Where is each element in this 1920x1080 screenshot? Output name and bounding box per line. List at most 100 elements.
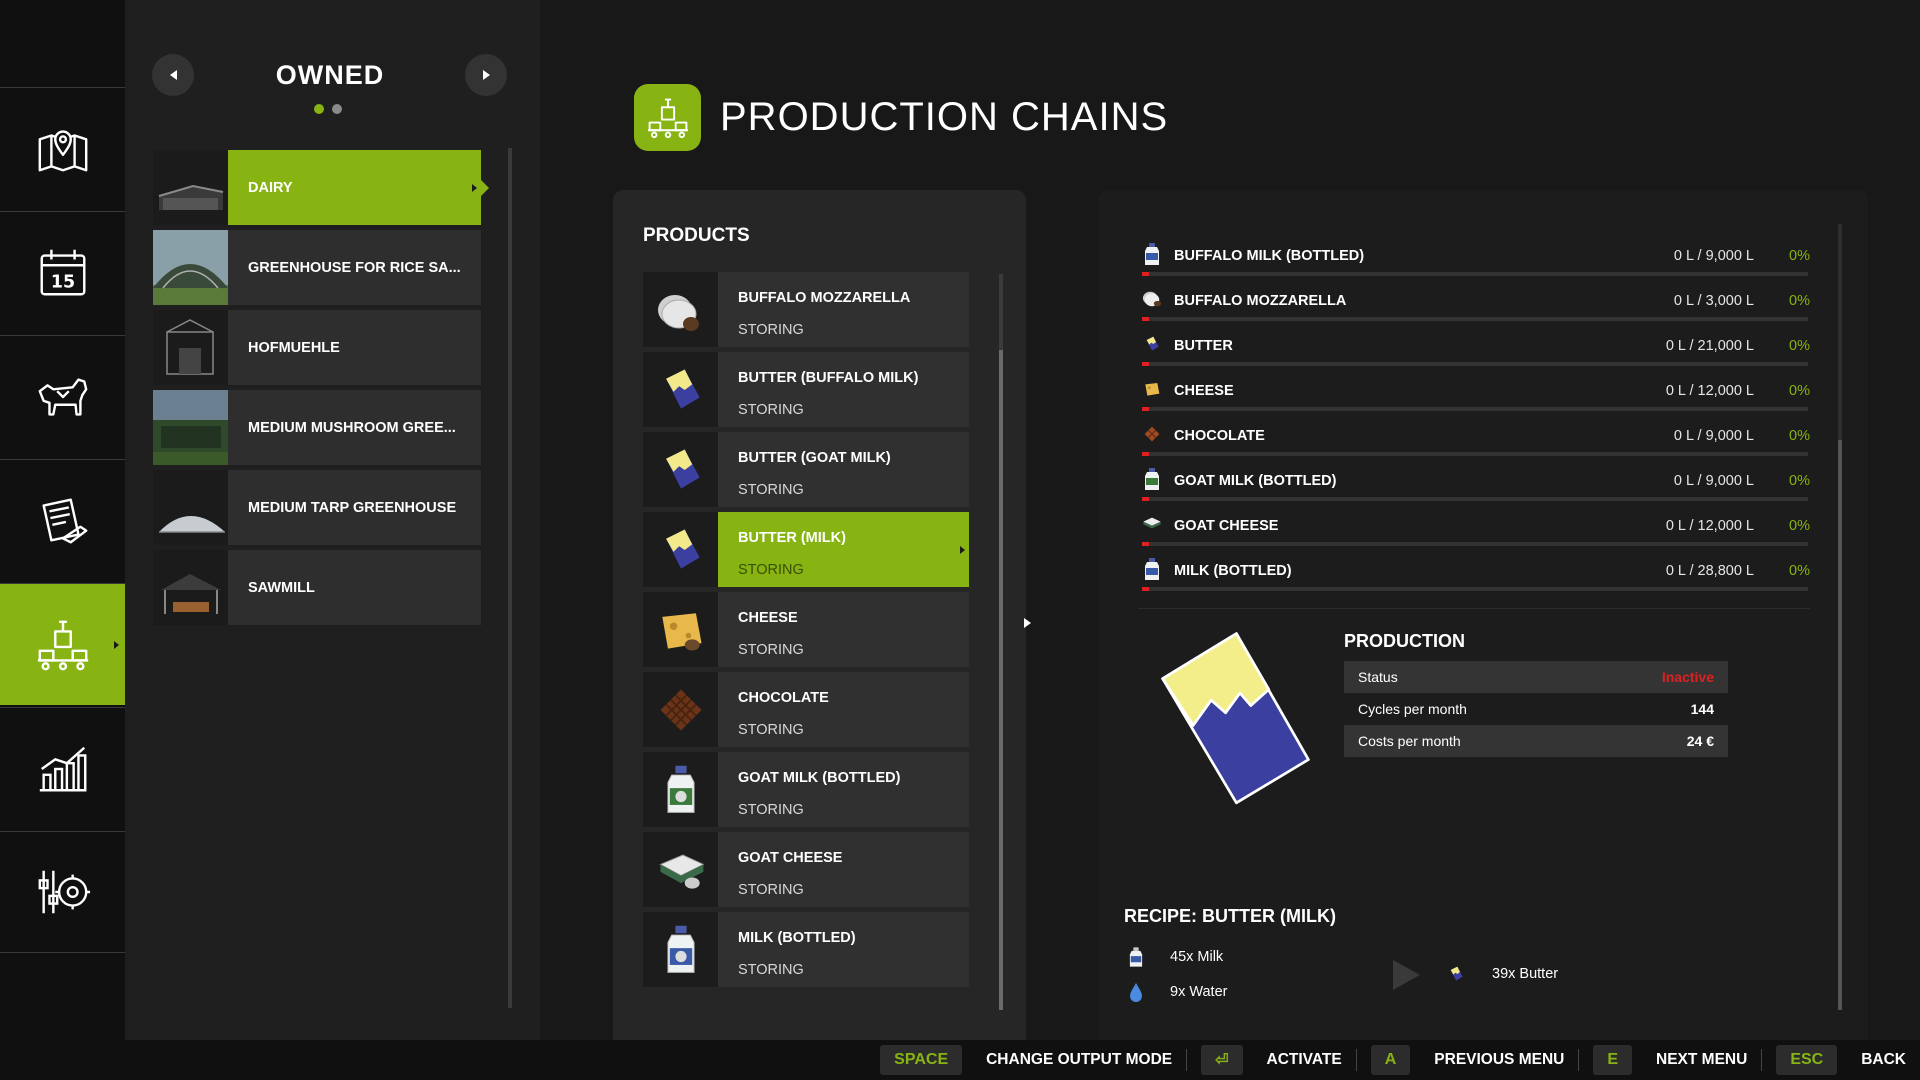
storage-row: MILK (BOTTLED) 0 L / 28,800 L 0%	[1138, 555, 1810, 600]
settings-icon	[38, 870, 90, 914]
product-name: GOAT CHEESE	[738, 850, 843, 866]
hofmuehle-thumbnail	[153, 310, 228, 385]
nav-calendar[interactable]: 15	[0, 211, 125, 333]
row-label: Cycles per month	[1358, 701, 1467, 717]
nav-statistics[interactable]	[0, 707, 125, 829]
storage-name: GOAT CHEESE	[1174, 518, 1279, 534]
hint-back[interactable]: ESC BACK	[1776, 1040, 1906, 1080]
storage-bar-fill	[1142, 452, 1149, 456]
nav-production[interactable]	[0, 583, 133, 705]
owned-item-label: DAIRY	[248, 179, 293, 196]
contracts-icon	[41, 498, 87, 543]
page-dot[interactable]	[332, 104, 342, 114]
key-hints: SPACE CHANGE OUTPUT MODE ⏎ ACTIVATE A PR…	[880, 1040, 1906, 1080]
product-name: BUTTER (BUFFALO MILK)	[738, 370, 919, 386]
storage-percent: 0%	[1789, 473, 1810, 489]
products-scrollbar-thumb[interactable]	[999, 350, 1003, 1010]
product-butter-goat-milk[interactable]: BUTTER (GOAT MILK) STORING	[643, 432, 969, 507]
owned-item-tarp-greenhouse[interactable]: MEDIUM TARP GREENHOUSE	[153, 470, 481, 545]
main-nav-sidebar: 15	[0, 0, 133, 1040]
storage-bar	[1142, 452, 1808, 456]
tarp-greenhouse-thumbnail	[153, 470, 228, 545]
hint-activate[interactable]: ⏎ ACTIVATE	[1201, 1040, 1371, 1080]
owned-scrollbar[interactable]	[508, 148, 512, 1008]
hint-next-menu[interactable]: E NEXT MENU	[1593, 1040, 1776, 1080]
nav-contracts[interactable]	[0, 459, 125, 581]
owned-item-greenhouse-rice[interactable]: GREENHOUSE FOR RICE SA...	[153, 230, 481, 305]
storage-name: MILK (BOTTLED)	[1174, 563, 1292, 579]
page-indicator	[314, 104, 342, 114]
storage-row: CHEESE 0 L / 12,000 L 0%	[1138, 375, 1810, 420]
product-cheese[interactable]: CHEESE STORING	[643, 592, 969, 667]
goat-cheese-icon	[1142, 512, 1162, 536]
previous-page-button[interactable]	[152, 54, 194, 96]
nav-map[interactable]	[0, 87, 125, 209]
storage-bar	[1142, 362, 1808, 366]
owned-item-label: MEDIUM TARP GREENHOUSE	[248, 499, 457, 516]
product-milk-bottled[interactable]: MILK (BOTTLED) STORING	[643, 912, 969, 987]
products-list: BUFFALO MOZZARELLA STORING BUTTER (BUFFA…	[643, 272, 969, 992]
recipe-input: 45x Milk	[1124, 943, 1304, 971]
production-title: PRODUCTION	[1344, 631, 1465, 651]
storage-percent: 0%	[1789, 338, 1810, 354]
owned-item-hofmuehle[interactable]: HOFMUEHLE	[153, 310, 481, 385]
storage-list: BUFFALO MILK (BOTTLED) 0 L / 9,000 L 0% …	[1138, 240, 1810, 600]
product-chocolate[interactable]: CHOCOLATE STORING	[643, 672, 969, 747]
storage-name: BUTTER	[1174, 338, 1233, 354]
product-goat-milk-bottled[interactable]: GOAT MILK (BOTTLED) STORING	[643, 752, 969, 827]
product-name: GOAT MILK (BOTTLED)	[738, 770, 901, 786]
page-dot[interactable]	[314, 104, 324, 114]
product-status: STORING	[738, 962, 804, 978]
product-goat-cheese[interactable]: GOAT CHEESE STORING	[643, 832, 969, 907]
product-buffalo-mozzarella[interactable]: BUFFALO MOZZARELLA STORING	[643, 272, 969, 347]
enter-key-icon: ⏎	[1201, 1045, 1243, 1075]
nav-animals[interactable]	[0, 335, 125, 457]
hint-change-output-mode[interactable]: SPACE CHANGE OUTPUT MODE	[880, 1040, 1201, 1080]
storage-amount: 0 L / 12,000 L	[1665, 383, 1754, 399]
storage-bar-fill	[1142, 587, 1149, 591]
hint-label: BACK	[1861, 1051, 1906, 1068]
dairy-thumbnail	[153, 150, 228, 225]
storage-row: GOAT MILK (BOTTLED) 0 L / 9,000 L 0%	[1138, 465, 1810, 510]
milk-bottle-icon	[1142, 557, 1162, 581]
product-name: MILK (BOTTLED)	[738, 930, 856, 946]
product-status: STORING	[738, 402, 804, 418]
production-table: Status Inactive Cycles per month 144 Cos…	[1344, 661, 1728, 757]
product-status: STORING	[738, 882, 804, 898]
storage-bar	[1142, 317, 1808, 321]
storage-percent: 0%	[1789, 518, 1810, 534]
owned-item-mushroom-greenhouse[interactable]: MEDIUM MUSHROOM GREE...	[153, 390, 481, 465]
owned-item-label: GREENHOUSE FOR RICE SA...	[248, 259, 461, 276]
products-title: PRODUCTS	[643, 225, 750, 246]
detail-scrollbar-thumb[interactable]	[1838, 440, 1842, 1010]
nav-settings[interactable]	[0, 831, 125, 953]
storage-percent: 0%	[1789, 293, 1810, 309]
storage-amount: 0 L / 21,000 L	[1665, 338, 1754, 354]
next-page-button[interactable]	[465, 54, 507, 96]
owned-list: DAIRY GREENHOUSE FOR RICE SA... HOFMUEHL…	[153, 150, 489, 630]
storage-name: CHOCOLATE	[1174, 428, 1265, 444]
panel-expand-arrow-icon[interactable]	[1024, 618, 1031, 628]
owned-item-dairy[interactable]: DAIRY	[153, 150, 489, 225]
page-title: PRODUCTION CHAINS	[720, 95, 1169, 139]
hint-label: CHANGE OUTPUT MODE	[986, 1051, 1173, 1068]
storage-row: BUFFALO MILK (BOTTLED) 0 L / 9,000 L 0%	[1138, 240, 1810, 285]
key-badge: SPACE	[880, 1045, 963, 1075]
butter-icon	[1150, 630, 1320, 810]
storage-amount: 0 L / 12,000 L	[1665, 518, 1754, 534]
production-status-row: Status Inactive	[1344, 661, 1728, 693]
active-indicator-arrow	[114, 640, 119, 649]
product-butter-buffalo-milk[interactable]: BUTTER (BUFFALO MILK) STORING	[643, 352, 969, 427]
product-name: BUTTER (MILK)	[738, 530, 846, 546]
sawmill-thumbnail	[153, 550, 228, 625]
recipe-title: RECIPE: BUTTER (MILK)	[1124, 906, 1336, 926]
product-status: STORING	[738, 482, 804, 498]
hint-previous-menu[interactable]: A PREVIOUS MENU	[1370, 1040, 1594, 1080]
butter-icon	[643, 512, 718, 587]
goat-milk-bottle-icon	[643, 752, 718, 827]
butter-icon	[643, 352, 718, 427]
production-cycles-row: Cycles per month 144	[1344, 693, 1728, 725]
product-butter-milk[interactable]: BUTTER (MILK) STORING	[643, 512, 969, 587]
owned-item-sawmill[interactable]: SAWMILL	[153, 550, 481, 625]
water-drop-icon	[1124, 982, 1148, 1002]
